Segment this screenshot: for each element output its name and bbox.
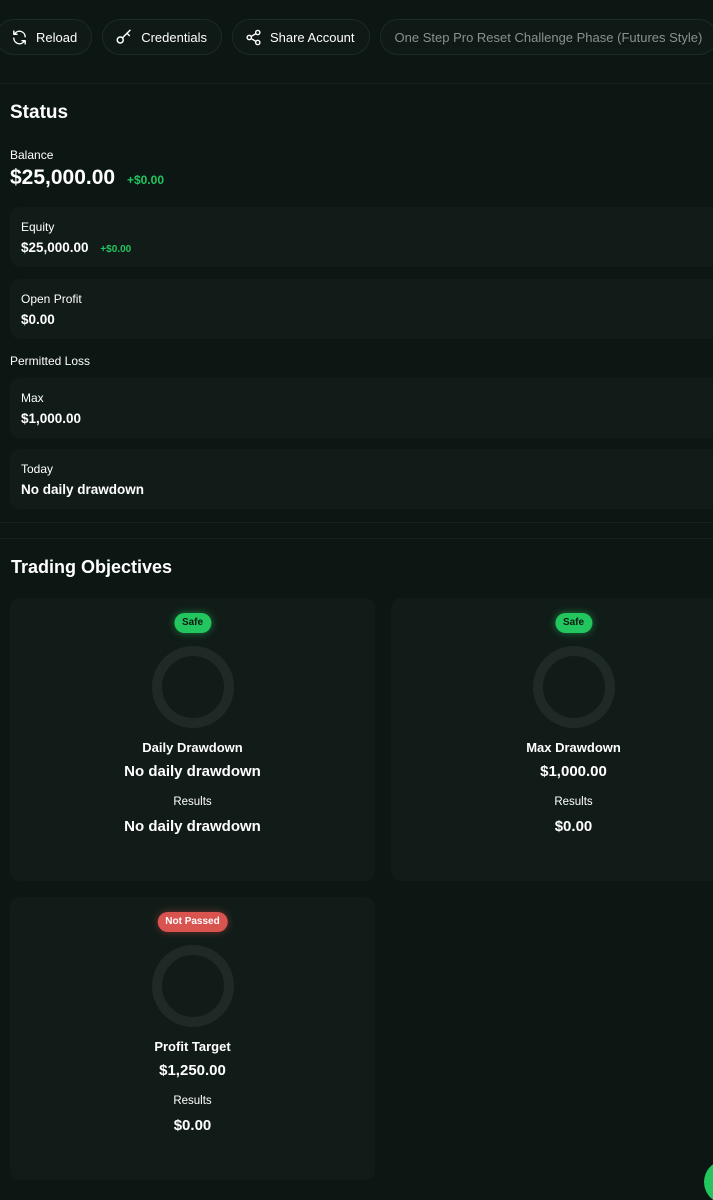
section-divider-2 [0, 538, 713, 539]
share-icon [246, 29, 261, 45]
today-loss-value: No daily drawdown [21, 482, 145, 497]
permitted-loss-label: Permitted Loss [10, 354, 91, 368]
status-badge: Safe [554, 613, 593, 633]
results-value: $0.00 [554, 818, 593, 835]
objectives-heading: Trading Objectives [11, 557, 173, 577]
results-label: Results [173, 1095, 212, 1107]
objective-title: Profit Target [154, 1039, 231, 1054]
balance-value: $25,000.00 [10, 166, 116, 189]
open-profit-value: $0.00 [21, 312, 55, 327]
reload-label: Reload [36, 29, 78, 45]
profit-target-card: Not Passed Profit Target $1,250.00 Resul… [10, 897, 375, 1180]
challenge-phase-chip[interactable]: One Step Pro Reset Challenge Phase (Futu… [379, 19, 713, 55]
objective-title: Daily Drawdown [142, 740, 243, 755]
challenge-phase-label: One Step Pro Reset Challenge Phase (Futu… [394, 29, 703, 45]
toolbar-divider [0, 83, 713, 84]
reload-icon [13, 29, 26, 45]
progress-ring [151, 646, 234, 728]
balance-delta: +$0.00 [126, 173, 164, 187]
key-icon [116, 29, 131, 44]
max-loss-label: Max [21, 391, 44, 405]
max-loss-value: $1,000.00 [21, 411, 82, 426]
today-loss-label: Today [21, 462, 54, 476]
open-profit-card: Open Profit $0.00 [10, 279, 713, 339]
equity-delta: +$0.00 [100, 244, 132, 255]
status-badge: Safe [173, 613, 212, 633]
chat-button[interactable] [704, 1160, 713, 1200]
results-label: Results [554, 796, 593, 808]
results-value: $0.00 [173, 1117, 212, 1134]
equity-value-row: $25,000.00 +$0.00 [21, 240, 131, 255]
open-profit-label: Open Profit [21, 292, 82, 306]
equity-value: $25,000.00 [21, 240, 89, 255]
account-toolbar: Reload Credentials Share Account One Ste… [0, 18, 713, 56]
share-account-button[interactable]: Share Account [231, 19, 370, 55]
balance-label: Balance [10, 148, 54, 162]
status-heading: Status [10, 102, 69, 123]
results-label: Results [173, 796, 212, 808]
credentials-button[interactable]: Credentials [102, 19, 222, 55]
objective-value: $1,000.00 [540, 763, 607, 780]
daily-drawdown-card: Safe Daily Drawdown No daily drawdown Re… [10, 598, 375, 881]
progress-ring [151, 945, 234, 1027]
objective-title: Max Drawdown [526, 740, 621, 755]
max-loss-card: Max $1,000.00 [10, 378, 713, 438]
balance-value-row: $25,000.00 +$0.00 [10, 166, 164, 190]
objective-value: No daily drawdown [124, 763, 261, 780]
results-value: No daily drawdown [124, 818, 261, 835]
progress-ring [532, 646, 615, 728]
today-loss-card: Today No daily drawdown [10, 449, 713, 509]
share-account-label: Share Account [269, 29, 355, 45]
objective-value: $1,250.00 [159, 1062, 226, 1079]
account-page: Reload Credentials Share Account One Ste… [0, 0, 713, 1200]
section-divider-1 [0, 522, 713, 523]
equity-label: Equity [21, 220, 55, 234]
max-drawdown-card: Safe Max Drawdown $1,000.00 Results $0.0… [391, 598, 713, 881]
credentials-label: Credentials [141, 29, 207, 45]
reload-button[interactable]: Reload [0, 19, 93, 55]
equity-card: Equity $25,000.00 +$0.00 [10, 207, 713, 267]
status-badge: Not Passed [157, 912, 228, 932]
